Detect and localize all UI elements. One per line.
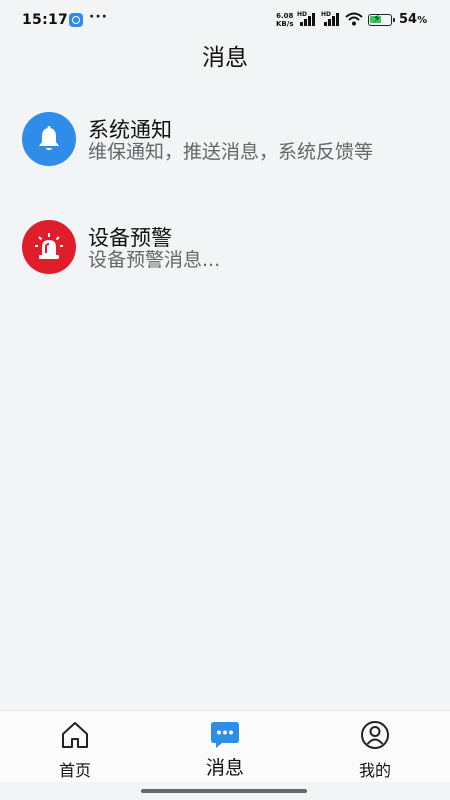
page-title: 消息 — [202, 45, 248, 71]
bell-icon — [22, 112, 76, 166]
status-time: 15:17 — [22, 12, 69, 28]
signal-sim1-icon: HD — [297, 11, 315, 26]
message-subtitle: 设备预警消息... — [88, 249, 221, 271]
wifi-icon — [345, 12, 363, 26]
screen: 15:17 ··· 6.08 KB/s HD HD ⚡ 54% 消息 系统通知 … — [0, 0, 450, 800]
battery-icon: ⚡ — [368, 12, 395, 26]
tab-profile[interactable]: 我的 — [300, 711, 450, 783]
app-notification-icon — [69, 13, 83, 27]
sim2-hd-label: HD — [321, 11, 332, 18]
battery-percent: 54% — [399, 12, 428, 27]
charging-icon: ⚡ — [373, 12, 381, 25]
network-speed-value: 6.08 — [276, 12, 294, 20]
message-item-device-alert[interactable]: 设备预警 设备预警消息... — [0, 220, 450, 290]
network-speed-unit: KB/s — [276, 20, 294, 28]
message-subtitle: 维保通知，推送消息，系统反馈等 — [88, 141, 374, 163]
tab-bar: 首页 消息 我的 — [0, 710, 450, 782]
home-icon — [62, 722, 88, 748]
tab-home-label: 首页 — [58, 761, 91, 780]
more-notifications-icon: ··· — [89, 9, 108, 25]
tab-profile-label: 我的 — [358, 761, 391, 780]
message-item-system-notice[interactable]: 系统通知 维保通知，推送消息，系统反馈等 — [0, 112, 450, 182]
tab-messages-label: 消息 — [205, 757, 244, 779]
chat-bubble-icon — [211, 722, 239, 748]
sim1-hd-label: HD — [297, 11, 308, 18]
signal-sim2-icon: HD — [321, 11, 339, 26]
alarm-light-icon — [22, 220, 76, 274]
status-bar: 15:17 ··· 6.08 KB/s HD HD ⚡ 54% — [0, 0, 450, 40]
user-icon — [361, 721, 389, 749]
home-indicator[interactable] — [141, 789, 307, 793]
network-speed: 6.08 KB/s — [276, 12, 293, 28]
tab-messages[interactable]: 消息 — [150, 711, 300, 783]
tab-home[interactable]: 首页 — [0, 711, 150, 783]
